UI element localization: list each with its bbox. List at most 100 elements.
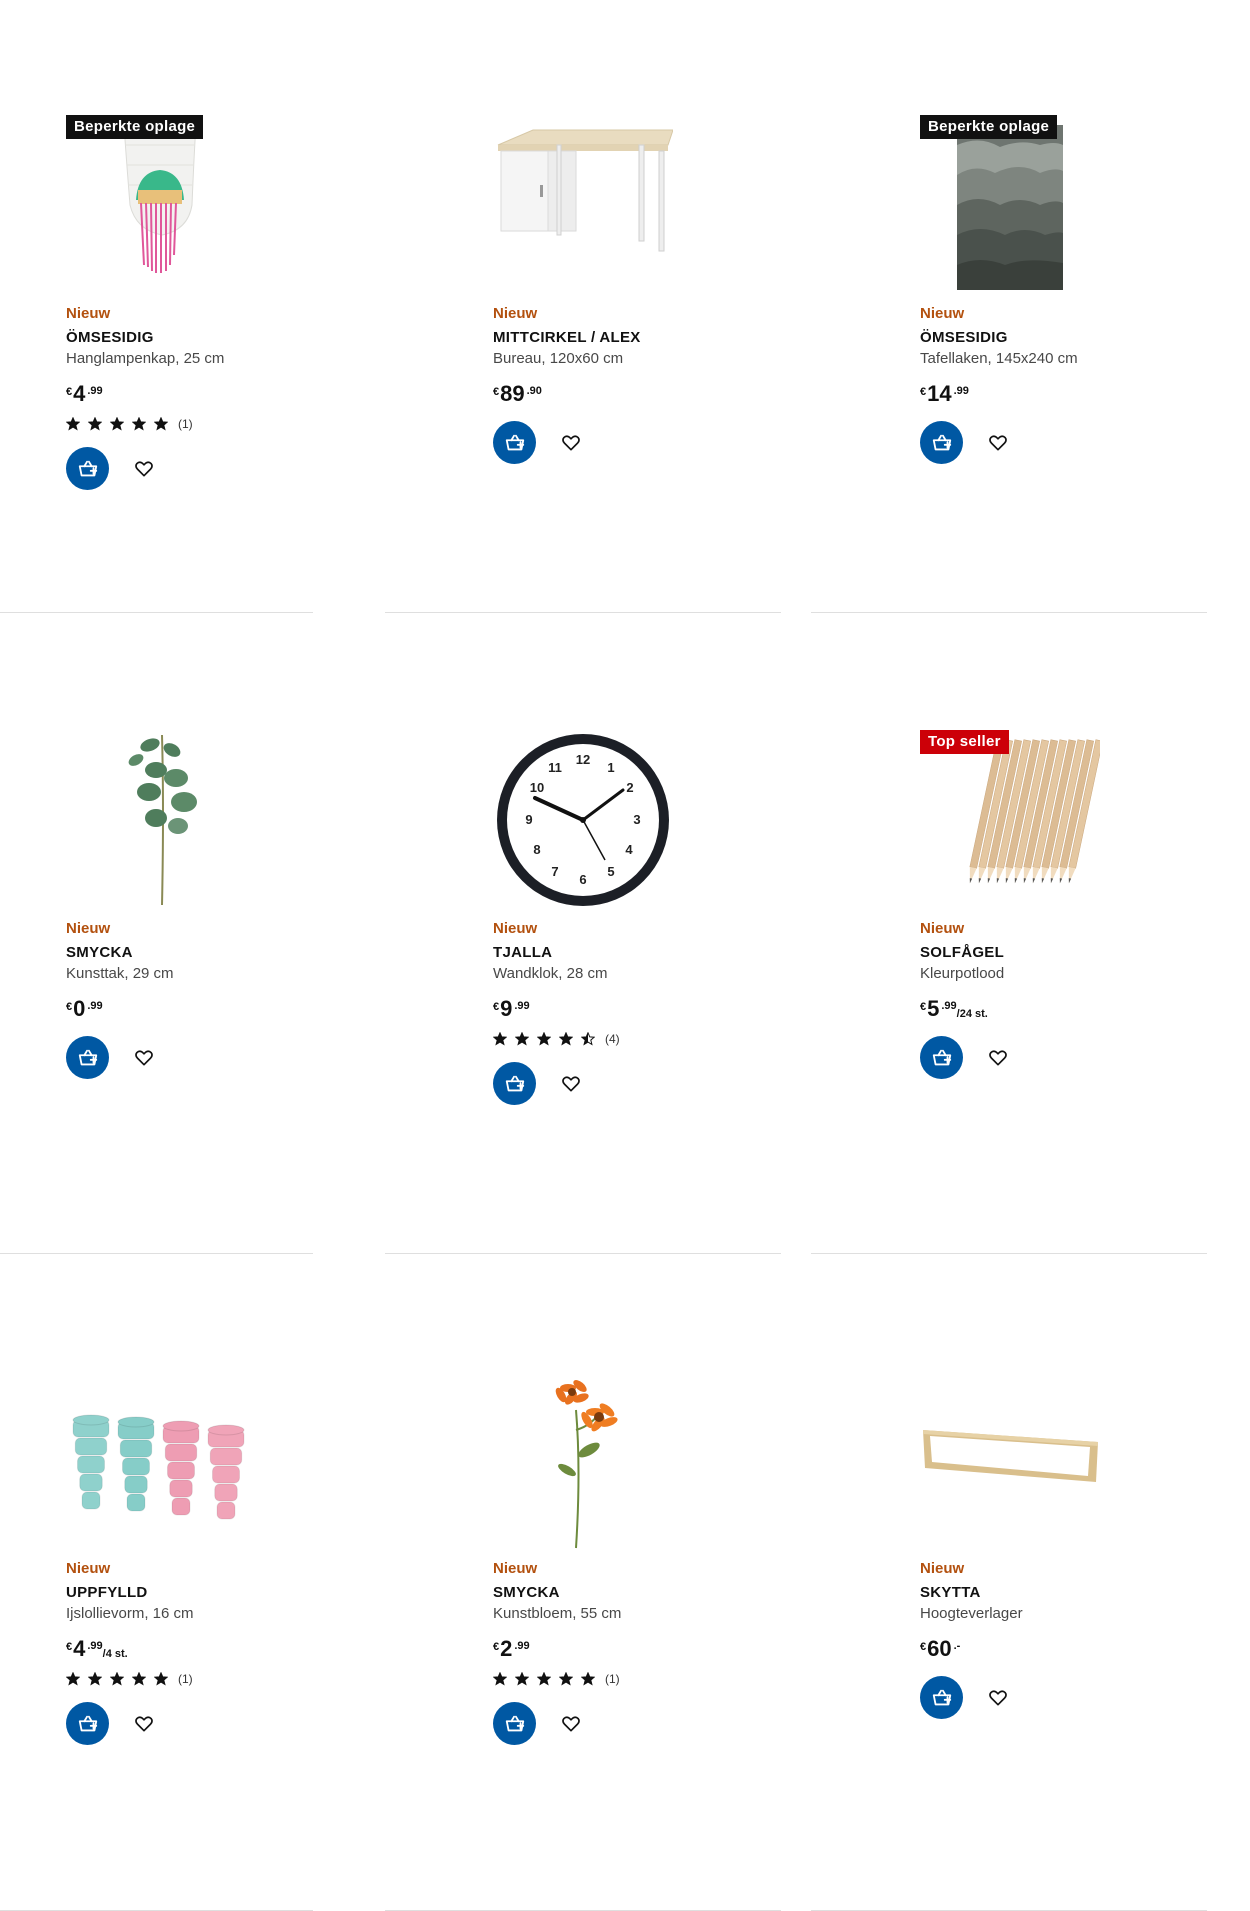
artificial-flower-icon	[555, 1380, 618, 1549]
product-image[interactable]	[66, 1370, 246, 1550]
heart-icon	[135, 1715, 153, 1731]
add-to-cart-button[interactable]	[66, 1702, 109, 1745]
add-to-cart-button[interactable]	[920, 421, 963, 464]
product-image[interactable]	[920, 1370, 1100, 1550]
svg-text:6: 6	[579, 872, 586, 887]
product-description: Tafellaken, 145x240 cm	[920, 350, 1078, 367]
add-to-cart-button[interactable]	[493, 1702, 536, 1745]
product-image[interactable]	[493, 115, 673, 295]
product-name[interactable]: SMYCKA	[66, 944, 461, 961]
product-rating[interactable]: (1)	[66, 1672, 461, 1686]
product-name[interactable]: MITTCIRKEL / ALEX	[493, 329, 888, 346]
shopping-basket-add-icon	[78, 460, 97, 476]
product-name[interactable]: ÖMSESIDIG	[66, 329, 461, 346]
star-filled-icon	[66, 417, 80, 431]
star-filled-icon	[537, 1672, 551, 1686]
colour-pencils-icon	[969, 739, 1100, 884]
price-currency: €	[920, 1001, 927, 1013]
add-to-favourites-button[interactable]	[129, 454, 159, 484]
svg-text:9: 9	[525, 812, 532, 827]
add-to-favourites-button[interactable]	[129, 1709, 159, 1739]
product-card[interactable]: Beperkte oplage Nieuw ÖMSESIDIG Tafellak…	[920, 115, 1250, 464]
price-currency: €	[66, 386, 73, 398]
price-unit: /4 st.	[102, 1648, 128, 1660]
product-image[interactable]: Beperkte oplage	[66, 115, 246, 295]
product-card[interactable]: Nieuw SMYCKA Kunsttak, 29 cm € 0 .99	[66, 730, 461, 1079]
shopping-basket-add-icon	[932, 434, 951, 450]
product-grid: Beperkte oplage Nieuw ÖMSESIDIG Hanglamp…	[0, 0, 1250, 1911]
price-integer: 4	[73, 1636, 86, 1661]
new-label: Nieuw	[66, 920, 111, 937]
product-actions	[493, 1062, 888, 1105]
price-integer: 14	[927, 381, 952, 406]
product-card[interactable]: 12 1 2 3 4 5 6 7 8 9 10 11 Nieuw TJALLA …	[493, 730, 888, 1105]
product-image[interactable]	[493, 1370, 673, 1550]
product-name[interactable]: SKYTTA	[920, 1584, 1250, 1601]
product-rating[interactable]: (1)	[66, 417, 461, 431]
star-half-icon	[581, 1032, 595, 1046]
product-image[interactable]: Top seller	[920, 730, 1100, 910]
product-card[interactable]: Nieuw UPPFYLLD Ijslollievorm, 16 cm € 4 …	[66, 1370, 461, 1745]
price-integer: 5	[927, 996, 940, 1021]
product-image[interactable]	[66, 730, 246, 910]
product-actions	[920, 1676, 1250, 1719]
price-decimal: .99	[514, 1000, 530, 1012]
row-divider	[811, 612, 1207, 613]
star-filled-icon	[515, 1032, 529, 1046]
add-to-favourites-button[interactable]	[983, 1683, 1013, 1713]
add-to-cart-button[interactable]	[493, 1062, 536, 1105]
product-card[interactable]: Beperkte oplage Nieuw ÖMSESIDIG Hanglamp…	[66, 115, 461, 490]
add-to-favourites-button[interactable]	[556, 1069, 586, 1099]
add-to-favourites-button[interactable]	[983, 1043, 1013, 1073]
svg-text:12: 12	[576, 752, 590, 767]
shopping-basket-add-icon	[932, 1689, 951, 1705]
product-rating[interactable]: (1)	[493, 1672, 888, 1686]
add-to-favourites-button[interactable]	[556, 1709, 586, 1739]
product-name[interactable]: SOLFÅGEL	[920, 944, 1250, 961]
heart-icon	[135, 460, 153, 476]
star-filled-icon	[493, 1032, 507, 1046]
product-name[interactable]: SMYCKA	[493, 1584, 888, 1601]
new-label: Nieuw	[493, 305, 538, 322]
rating-count: (1)	[178, 1672, 193, 1686]
add-to-cart-button[interactable]	[66, 1036, 109, 1079]
product-actions	[493, 421, 888, 464]
price-currency: €	[920, 1641, 927, 1653]
product-card[interactable]: Nieuw SKYTTA Hoogteverlager € 60 .-	[920, 1370, 1250, 1719]
rating-count: (1)	[605, 1672, 620, 1686]
add-to-favourites-button[interactable]	[556, 428, 586, 458]
svg-text:7: 7	[551, 864, 558, 879]
product-card[interactable]: Nieuw MITTCIRKEL / ALEX Bureau, 120x60 c…	[493, 115, 888, 464]
add-to-cart-button[interactable]	[66, 447, 109, 490]
add-to-cart-button[interactable]	[493, 421, 536, 464]
product-name[interactable]: TJALLA	[493, 944, 888, 961]
add-to-cart-button[interactable]	[920, 1676, 963, 1719]
star-filled-icon	[132, 417, 146, 431]
star-filled-icon	[581, 1672, 595, 1686]
heart-icon	[562, 1075, 580, 1091]
product-card[interactable]: Nieuw SMYCKA Kunstbloem, 55 cm € 2 .99 (…	[493, 1370, 888, 1745]
row-divider	[385, 1253, 781, 1254]
new-label: Nieuw	[493, 1560, 538, 1577]
product-card[interactable]: Top seller Nieuw SOLFÅGEL Kleurpotlood €…	[920, 730, 1250, 1079]
product-image[interactable]: Beperkte oplage	[920, 115, 1100, 295]
product-image[interactable]: 12 1 2 3 4 5 6 7 8 9 10 11	[493, 730, 673, 910]
product-name[interactable]: ÖMSESIDIG	[920, 329, 1250, 346]
price-currency: €	[920, 386, 927, 398]
svg-text:10: 10	[530, 780, 544, 795]
eucalyptus-stem-icon	[128, 734, 197, 906]
heart-icon	[562, 1715, 580, 1731]
add-to-cart-button[interactable]	[920, 1036, 963, 1079]
add-to-favourites-button[interactable]	[129, 1043, 159, 1073]
product-name[interactable]: UPPFYLLD	[66, 1584, 461, 1601]
shopping-basket-add-icon	[78, 1715, 97, 1731]
product-description: Ijslollievorm, 16 cm	[66, 1605, 194, 1622]
add-to-favourites-button[interactable]	[983, 428, 1013, 458]
heart-icon	[989, 1689, 1007, 1705]
shopping-basket-add-icon	[932, 1049, 951, 1065]
product-actions	[920, 1036, 1250, 1079]
product-rating[interactable]: (4)	[493, 1032, 888, 1046]
product-price: € 89 .90	[493, 383, 888, 405]
product-price: € 4 .99	[66, 383, 461, 405]
product-actions	[66, 1702, 461, 1745]
